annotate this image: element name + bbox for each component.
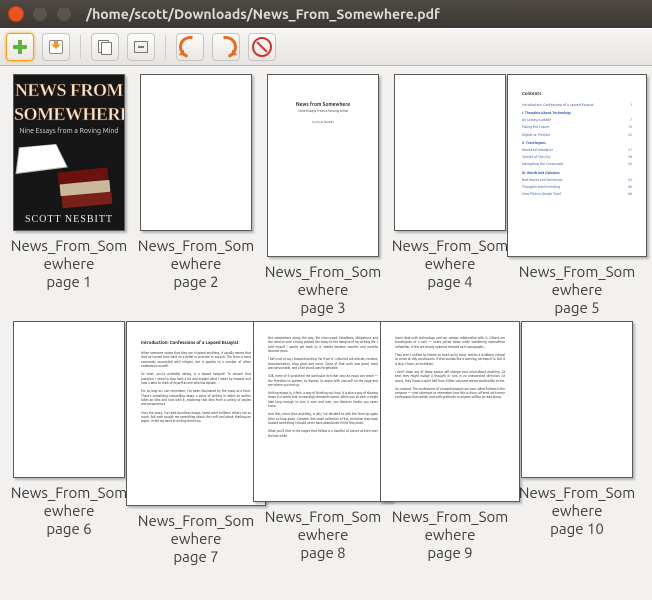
body-text: What you'll find in the pages that follo… [268,429,378,438]
thumbnail-cell: News_From_Somewherepage 4 [389,74,511,317]
cover-title-line2: SOMEWHERE [14,105,124,123]
toc-item: How Plain is Simple Text?68 [522,192,632,197]
toc-item: Thoughts Worth Writing60 [522,185,632,190]
delete-icon [134,41,148,53]
toolbar-separator [80,35,81,59]
cover-art [18,140,120,213]
toc-item: Navigating the Crossroads45 [522,162,632,167]
titlepage-byline: by Scott Nesbitt [312,121,334,125]
body-text: So: onward. The confessions of a lapsed … [395,387,505,400]
cover-title-line1: NEWS FROM [14,81,124,99]
body-text: Over the years, I've read countless essa… [141,411,251,424]
body-text: Still, none of it scratched the particul… [268,374,378,387]
body-text: When someone states that they are a laps… [141,351,251,368]
thumbnail-cell: NEWS FROM SOMEWHERE Nine Essays from a R… [8,74,130,317]
thumbnail-caption: News_From_Somewherepage 5 [516,263,638,317]
thumbnail-area[interactable]: NEWS FROM SOMEWHERE Nine Essays from a R… [0,66,652,600]
toc-item: Weekend Wanderer31 [522,148,632,153]
thumbnail-caption: News_From_Somewherepage 9 [389,508,511,562]
plus-icon [13,40,27,54]
page-thumbnail[interactable] [394,74,506,231]
thumbnail-cell: But somewhere along the way, life interv… [262,321,384,566]
essay-title: Introduction: Confessions of a Lapsed Es… [141,340,251,346]
copy-icon [98,40,112,54]
page-thumbnail[interactable]: But somewhere along the way, life interv… [253,321,393,502]
thumbnail-caption: News_From_Somewherepage 2 [135,237,257,291]
body-text: They aren't unified by theme so much as … [395,353,505,366]
titlepage-subtitle: Nine Essays from a Roving Mind [298,109,348,114]
cancel-button[interactable] [248,33,276,61]
toc-item: II. Travelogues [522,141,632,146]
thumbnail-cell: Some deal with technology and our uneasy… [389,321,511,566]
thumbnail-cell: News_From_Somewherepage 6 [8,321,130,566]
thumbnail-caption: News_From_Somewherepage 10 [516,484,638,538]
body-text: Some deal with technology and our uneasy… [395,336,505,349]
window-close-button[interactable] [8,6,24,22]
toc-item: An Uneasy Luddite7 [522,118,632,123]
toc-item: Facing the Future15 [522,125,632,130]
page-thumbnail[interactable] [140,74,252,231]
toc-list: Introduction: Confessions of a Lapsed Es… [522,103,632,197]
page-thumbnail[interactable] [521,321,633,478]
body-text: But somewhere along the way, life interv… [268,336,378,353]
window-maximize-button[interactable] [56,6,72,22]
page-thumbnail[interactable]: Some deal with technology and our uneasy… [380,321,520,502]
rotate-right-icon [211,32,241,62]
toc-item: Introduction: Confessions of a Lapsed Es… [522,103,632,108]
save-icon [48,39,64,55]
body-text: And that, more than anything, is why I'v… [268,412,378,425]
delete-button[interactable] [127,33,155,61]
toc-item: I. Thoughts About Technology [522,111,632,116]
page-thumbnail[interactable]: Introduction: Confessions of a Lapsed Es… [126,321,266,506]
toc-item: Bad Words and Sentences53 [522,178,632,183]
thumbnail-cell: News_From_Somewherepage 2 [135,74,257,317]
toc-header: Contents [522,91,632,97]
thumbnail-caption: News_From_Somewherepage 4 [389,237,511,291]
thumbnail-caption: News_From_Somewherepage 7 [135,512,257,566]
toc-item: III. Words and Opinions [522,171,632,176]
body-text: So what, you're probably asking, is a la… [141,372,251,385]
cover-author: Scott Nesbitt [14,213,124,226]
page-thumbnail[interactable]: Contents Introduction: Confessions of a … [507,74,647,257]
body-text: That's not to say I stopped writing. Far… [268,357,378,370]
body-text: I don't claim any of these essays will c… [395,370,505,383]
toc-item: Digital vs. Printed22 [522,133,632,138]
thumbnail-cell: News_From_Somewherepage 10 [516,321,638,566]
page-thumbnail[interactable] [13,321,125,478]
toc-item: Streets of the City38 [522,155,632,160]
titlepage-title: News from Somewhere [296,101,350,108]
rotate-left-icon [175,32,205,62]
no-entry-icon [252,37,272,57]
save-button[interactable] [42,33,70,61]
thumbnail-caption: News_From_Somewherepage 1 [8,237,130,291]
toolbar [0,28,652,66]
body-text: For as long as I can remember, I've been… [141,389,251,406]
toolbar-separator [165,35,166,59]
thumbnail-cell: Introduction: Confessions of a Lapsed Es… [135,321,257,566]
page-thumbnail[interactable]: News from Somewhere Nine Essays from a R… [267,74,379,257]
rotate-right-button[interactable] [212,33,240,61]
window-titlebar: /home/scott/Downloads/News_From_Somewher… [0,0,652,28]
copy-button[interactable] [91,33,119,61]
thumbnail-caption: News_From_Somewherepage 3 [262,263,384,317]
thumbnail-grid: NEWS FROM SOMEWHERE Nine Essays from a R… [8,74,648,570]
window-title: /home/scott/Downloads/News_From_Somewher… [86,6,644,22]
thumbnail-caption: News_From_Somewherepage 8 [262,508,384,562]
thumbnail-cell: Contents Introduction: Confessions of a … [516,74,638,317]
add-button[interactable] [6,33,34,61]
cover-subtitle: Nine Essays from a Roving Mind [14,127,124,136]
body-text: Writing essays is, I think, a way of thi… [268,391,378,408]
window-minimize-button[interactable] [32,6,48,22]
page-thumbnail[interactable]: NEWS FROM SOMEWHERE Nine Essays from a R… [13,74,125,231]
rotate-left-button[interactable] [176,33,204,61]
thumbnail-cell: News from Somewhere Nine Essays from a R… [262,74,384,317]
thumbnail-caption: News_From_Somewherepage 6 [8,484,130,538]
